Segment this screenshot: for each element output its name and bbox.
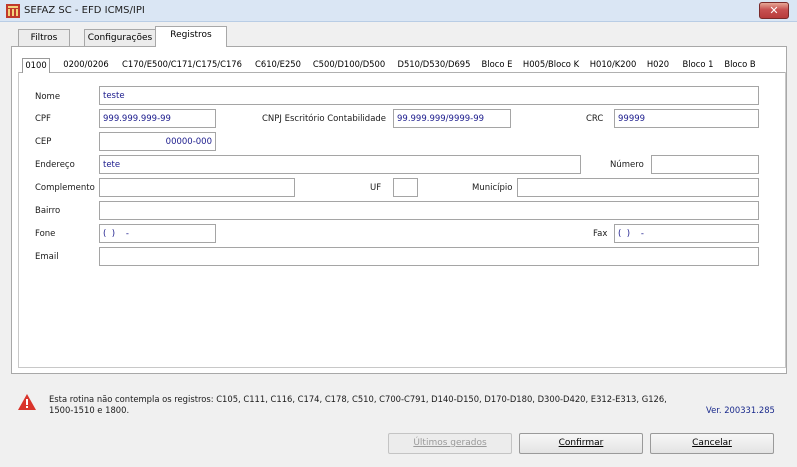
bairro-input[interactable] [99, 201, 759, 220]
fax-label: Fax [593, 229, 608, 239]
record-tab-c610[interactable]: C610/E250 [252, 58, 304, 72]
record-tab-bloco-e[interactable]: Bloco E [478, 58, 516, 72]
unsupported-records-notice: Esta rotina não contempla os registros: … [49, 394, 667, 415]
bairro-label: Bairro [35, 206, 61, 216]
cpf-label: CPF [35, 114, 51, 124]
window-title: SEFAZ SC - EFD ICMS/IPI [24, 5, 145, 16]
municipio-label: Município [472, 183, 513, 193]
tab-registros[interactable]: Registros [155, 26, 227, 47]
tab-configuracoes[interactable]: Configurações [84, 29, 156, 46]
close-button[interactable]: ✕ [759, 2, 789, 19]
endereco-label: Endereço [35, 160, 75, 170]
email-input[interactable] [99, 247, 759, 266]
ultimos-gerados-button[interactable]: Últimos gerados [388, 433, 512, 454]
warning-triangle-icon [18, 394, 36, 410]
record-tab-bloco-b[interactable]: Bloco B [722, 58, 758, 72]
cpf-input[interactable]: 999.999.999-99 [99, 109, 216, 128]
uf-input[interactable] [393, 178, 418, 197]
record-tab-c170[interactable]: C170/E500/C171/C175/C176 [118, 58, 246, 72]
cancelar-button[interactable]: Cancelar [650, 433, 774, 454]
cancelar-label: Cancelar [692, 438, 732, 448]
confirmar-label: Confirmar [558, 438, 604, 448]
numero-input[interactable] [651, 155, 759, 174]
tab-filtros[interactable]: Filtros [18, 29, 70, 46]
record-tab-c500[interactable]: C500/D100/D500 [310, 58, 388, 72]
record-tab-h020[interactable]: H020 [644, 58, 672, 72]
numero-label: Número [610, 160, 644, 170]
confirmar-button[interactable]: Confirmar [519, 433, 643, 454]
municipio-input[interactable] [517, 178, 759, 197]
fone-input[interactable]: ( ) - [99, 224, 216, 243]
record-tab-0200-0206[interactable]: 0200/0206 [60, 58, 112, 72]
cep-input[interactable]: 00000-000 [99, 132, 216, 151]
record-tab-bloco-1[interactable]: Bloco 1 [680, 58, 716, 72]
complemento-input[interactable] [99, 178, 295, 197]
fax-input[interactable]: ( ) - [614, 224, 759, 243]
crc-input[interactable]: 99999 [614, 109, 759, 128]
cep-label: CEP [35, 137, 52, 147]
uf-label: UF [370, 183, 382, 193]
cnpj-input[interactable]: 99.999.999/9999-99 [393, 109, 511, 128]
cnpj-label: CNPJ Escritório Contabilidade [262, 114, 387, 124]
sefaz-logo-icon [6, 4, 20, 18]
complemento-label: Complemento [35, 183, 95, 193]
nome-input[interactable]: teste [99, 86, 759, 105]
fone-label: Fone [35, 229, 56, 239]
endereco-input[interactable]: tete [99, 155, 581, 174]
crc-label: CRC [586, 114, 604, 124]
version-label: Ver. 200331.285 [706, 405, 775, 415]
record-tab-d510[interactable]: D510/D530/D695 [394, 58, 474, 72]
ultimos-gerados-label: Últimos gerados [413, 438, 487, 448]
nome-label: Nome [35, 92, 61, 102]
record-tab-h005[interactable]: H005/Bloco K [520, 58, 582, 72]
email-label: Email [35, 252, 59, 262]
record-tab-h010[interactable]: H010/K200 [586, 58, 640, 72]
record-tab-0100[interactable]: 0100 [22, 58, 50, 73]
